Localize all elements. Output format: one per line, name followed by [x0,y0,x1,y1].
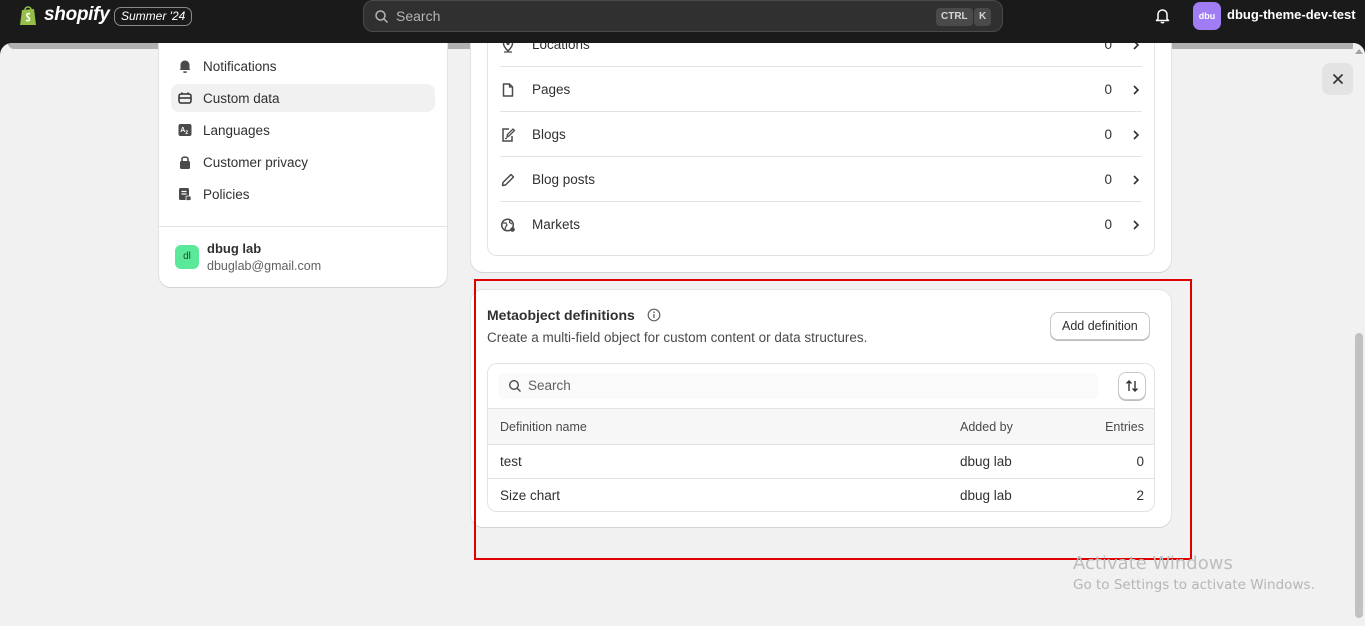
list-item-label: Blog posts [532,172,596,187]
bell-icon [179,60,191,73]
shopify-bag-icon [20,6,36,25]
list-item-count: 0 [1104,172,1112,187]
sidebar-item-label: Notifications [203,58,277,74]
column-header-added-by: Added by [960,420,1013,434]
sidebar-item-label: Languages [203,122,270,138]
sidebar-item-policies[interactable]: Policies [171,180,435,208]
list-item-markets[interactable]: Markets 0 [500,202,1142,247]
close-button[interactable] [1322,63,1354,95]
table-row[interactable]: test dbug lab 0 [488,445,1154,478]
global-search-placeholder: Search [396,8,441,24]
list-item-blog-posts[interactable]: Blog posts 0 [500,157,1142,202]
chevron-right-icon [1133,129,1140,140]
entries-cell: 0 [1136,454,1144,469]
lock-icon [180,156,190,169]
definitions-search-input[interactable]: Search [498,373,1098,399]
blog-icon [502,127,516,142]
svg-text:z: z [185,130,188,136]
column-header-entries: Entries [1105,420,1144,434]
close-icon [1332,73,1344,85]
chevron-right-icon [1133,43,1140,50]
chevron-right-icon [1133,84,1140,95]
entries-cell: 2 [1136,488,1144,503]
sidebar-item-label: Policies [203,186,250,202]
chevron-right-icon [1133,174,1140,185]
settings-sidebar: Notifications Custom data A z Languages [159,43,447,287]
list-item-label: Blogs [532,127,566,142]
added-by-cell: dbug lab [960,454,1012,469]
chevron-right-icon [1133,219,1140,230]
scrollbar-thumb[interactable] [1355,333,1363,618]
sidebar-item-label: Customer privacy [203,154,309,170]
info-icon[interactable] [647,308,661,322]
list-item-count: 0 [1104,43,1112,52]
list-item-label: Locations [532,43,590,52]
list-item-label: Markets [532,217,581,232]
shortcut-ctrl-key: CTRL [936,8,973,26]
brand-name: shopify [44,4,110,25]
sidebar-item-notifications[interactable]: Notifications [171,52,435,80]
activate-windows-subtitle: Go to Settings to activate Windows. [1073,577,1315,593]
global-search[interactable]: Search CTRL K [363,0,1003,32]
translate-icon: A z [178,124,192,136]
sidebar-item-customer-privacy[interactable]: Customer privacy [171,148,435,176]
list-item-blogs[interactable]: Blogs 0 [500,112,1142,157]
metaobject-definitions-description: Create a multi-field object for custom c… [487,330,868,345]
list-item-count: 0 [1104,127,1112,142]
metafield-entities-card: Locations 0 Pages 0 Blogs 0 Blog posts 0… [471,43,1171,272]
list-item-pages[interactable]: Pages 0 [500,67,1142,112]
scroll-up-arrow-icon[interactable] [1355,49,1363,54]
policy-icon [179,188,192,201]
custom-data-icon [178,92,192,104]
page-icon [502,82,514,97]
added-by-cell: dbug lab [960,488,1012,503]
user-email: dbuglab@gmail.com [207,259,322,273]
table-header: Definition name Added by Entries [488,408,1154,445]
sidebar-item-languages[interactable]: A z Languages [171,116,435,144]
top-bar: shopify Summer '24 Search CTRL K dbu dbu… [0,0,1365,43]
notification-bell-icon[interactable] [1154,7,1171,24]
list-item-locations[interactable]: Locations 0 [500,43,1142,67]
list-item-count: 0 [1104,82,1112,97]
pencil-icon [501,173,515,186]
sidebar-divider [159,226,447,227]
definition-name-cell: test [500,454,522,469]
sort-button[interactable] [1118,372,1146,400]
user-avatar: dl [175,245,199,269]
entity-list: Locations 0 Pages 0 Blogs 0 Blog posts 0… [487,43,1155,256]
store-name[interactable]: dbug-theme-dev-test [1197,7,1356,22]
column-header-definition-name: Definition name [500,420,587,434]
sort-arrows-icon [1126,380,1138,392]
table-row[interactable]: Size chart dbug lab 2 [488,478,1154,511]
edition-badge[interactable]: Summer '24 [114,7,193,26]
search-icon [508,379,521,392]
user-name: dbug lab [207,241,262,256]
metaobject-definitions-title: Metaobject definitions [487,307,635,323]
list-item-count: 0 [1104,217,1112,232]
shopify-logo[interactable]: shopify [18,4,110,26]
list-item-label: Pages [532,82,571,97]
settings-modal: Notifications Custom data A z Languages [0,43,1365,626]
definitions-table: Search Definition name Added by Entries … [487,363,1155,512]
activate-windows-title: Activate Windows [1073,553,1233,574]
location-icon [502,43,514,53]
search-icon [375,10,389,24]
globe-icon [500,217,515,232]
definitions-search-placeholder: Search [528,378,571,393]
sidebar-item-label: Custom data [203,90,280,106]
sidebar-item-custom-data[interactable]: Custom data [171,84,435,112]
metaobject-definitions-card: Metaobject definitions Create a multi-fi… [471,290,1171,527]
shortcut-k-key: K [974,8,992,26]
definition-name-cell: Size chart [500,488,561,503]
scrollbar[interactable] [1353,43,1365,626]
add-definition-button[interactable]: Add definition [1050,312,1150,340]
